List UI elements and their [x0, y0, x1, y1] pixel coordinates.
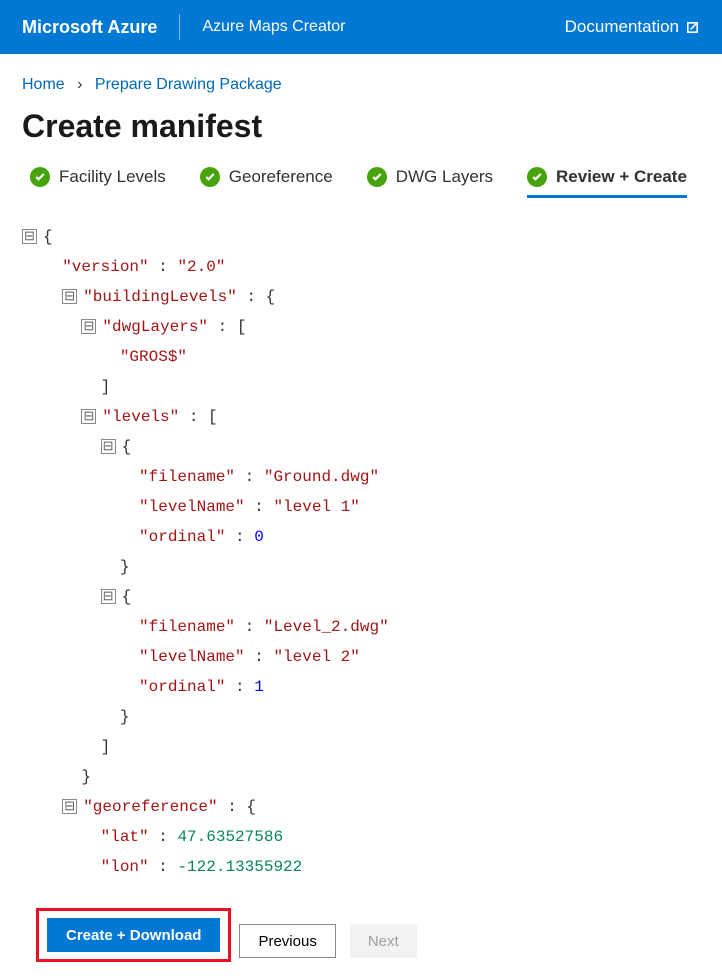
tab-facility-levels[interactable]: Facility Levels	[30, 167, 166, 198]
page-title: Create manifest	[0, 108, 722, 167]
collapse-toggle-icon[interactable]: ⊟	[101, 439, 116, 454]
previous-button[interactable]: Previous	[239, 924, 335, 958]
json-bracket: ]	[43, 372, 110, 402]
json-brace: : {	[218, 792, 256, 822]
next-button: Next	[350, 924, 417, 958]
highlight-box: Create + Download	[36, 908, 231, 962]
breadcrumb-home[interactable]: Home	[22, 76, 65, 93]
documentation-link[interactable]: Documentation	[565, 17, 700, 37]
create-download-button[interactable]: Create + Download	[47, 918, 220, 952]
json-key: "levels"	[102, 402, 179, 432]
json-value: 1	[254, 672, 264, 702]
tab-label: Georeference	[229, 167, 333, 187]
json-key: "lat"	[101, 822, 149, 852]
json-brace: {	[122, 582, 132, 612]
json-key: "levelName"	[139, 492, 245, 522]
check-circle-icon	[367, 167, 387, 187]
json-colon: :	[149, 252, 178, 282]
json-colon: : {	[237, 282, 275, 312]
check-circle-icon	[30, 167, 50, 187]
tab-georeference[interactable]: Georeference	[200, 167, 333, 198]
json-key: "dwgLayers"	[102, 312, 208, 342]
json-key: "ordinal"	[139, 672, 225, 702]
json-key: "georeference"	[83, 792, 217, 822]
check-circle-icon	[527, 167, 547, 187]
json-line	[43, 252, 62, 282]
tab-label: DWG Layers	[396, 167, 493, 187]
json-brace: {	[43, 222, 53, 252]
json-brace: }	[43, 552, 129, 582]
json-bracket: : [	[208, 312, 246, 342]
breadcrumb: Home › Prepare Drawing Package	[0, 54, 722, 108]
collapse-toggle-icon[interactable]: ⊟	[81, 319, 96, 334]
json-bracket: ]	[43, 732, 110, 762]
json-key: "lon"	[101, 852, 149, 882]
breadcrumb-page[interactable]: Prepare Drawing Package	[95, 76, 282, 93]
collapse-toggle-icon[interactable]: ⊟	[62, 799, 77, 814]
json-key: "filename"	[139, 612, 235, 642]
tab-review-create[interactable]: Review + Create	[527, 167, 687, 198]
stepper-tabs: Facility Levels Georeference DWG Layers …	[0, 167, 722, 208]
json-bracket: : [	[179, 402, 217, 432]
json-value: "level 2"	[273, 642, 359, 672]
json-value: "Level_2.dwg"	[264, 612, 389, 642]
check-circle-icon	[200, 167, 220, 187]
json-brace: {	[122, 432, 132, 462]
json-value: "GROS$"	[120, 342, 187, 372]
external-link-icon	[685, 20, 700, 35]
json-brace: }	[43, 762, 91, 792]
brand-logo[interactable]: Microsoft Azure	[22, 17, 179, 38]
product-name: Azure Maps Creator	[182, 18, 345, 36]
tab-dwg-layers[interactable]: DWG Layers	[367, 167, 493, 198]
json-key: "levelName"	[139, 642, 245, 672]
json-key: "buildingLevels"	[83, 282, 237, 312]
json-viewer: ⊟ { "version" : "2.0" ⊟ "buildingLevels" :…	[0, 208, 722, 902]
json-key: "version"	[62, 252, 148, 282]
documentation-label: Documentation	[565, 17, 679, 37]
json-value: "Ground.dwg"	[264, 462, 379, 492]
breadcrumb-separator: ›	[77, 76, 82, 93]
collapse-toggle-icon[interactable]: ⊟	[22, 229, 37, 244]
json-value: 47.63527586	[177, 822, 283, 852]
json-key: "ordinal"	[139, 522, 225, 552]
json-value: 0	[254, 522, 264, 552]
tab-label: Facility Levels	[59, 167, 166, 187]
top-bar-divider	[179, 14, 180, 40]
json-value: "2.0"	[177, 252, 225, 282]
collapse-toggle-icon[interactable]: ⊟	[101, 589, 116, 604]
json-key: "filename"	[139, 462, 235, 492]
collapse-toggle-icon[interactable]: ⊟	[81, 409, 96, 424]
tab-label: Review + Create	[556, 167, 687, 187]
json-value: -122.13355922	[177, 852, 302, 882]
json-brace: }	[43, 702, 129, 732]
top-bar: Microsoft Azure Azure Maps Creator Docum…	[0, 0, 722, 54]
json-value: "level 1"	[273, 492, 359, 522]
footer-actions: Create + Download Previous Next	[0, 902, 722, 980]
collapse-toggle-icon[interactable]: ⊟	[62, 289, 77, 304]
